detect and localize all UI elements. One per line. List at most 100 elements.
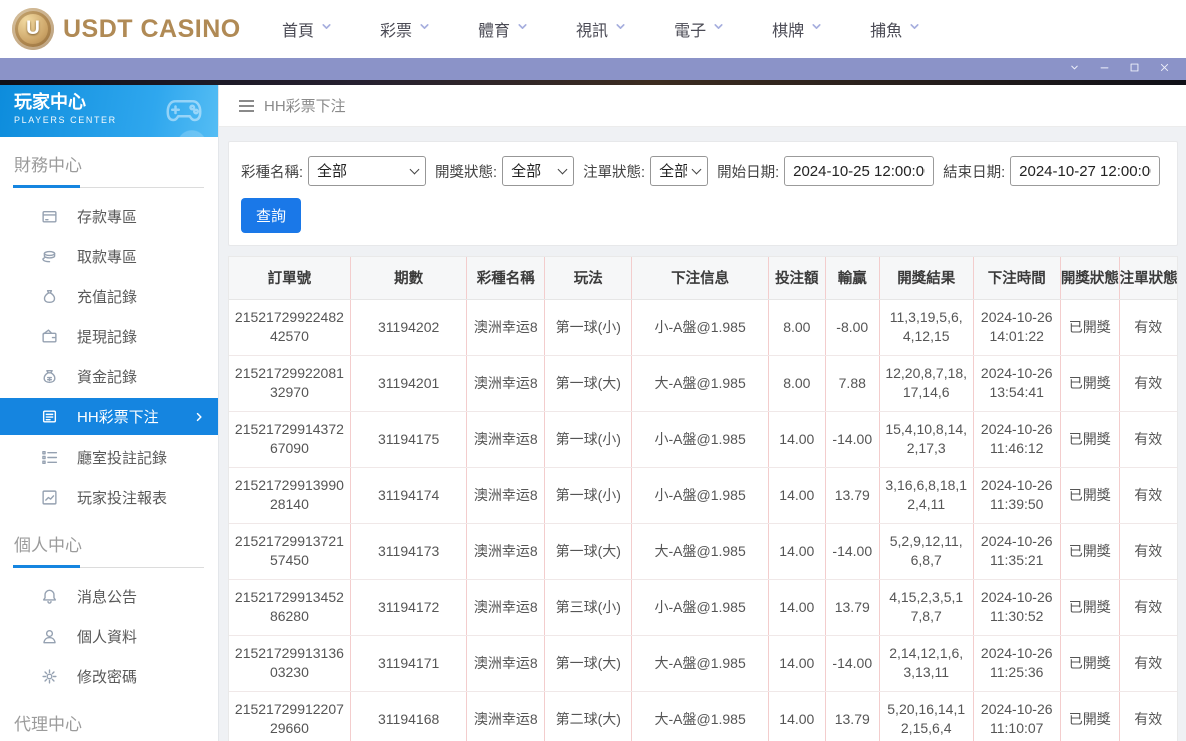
table-cell: 2024-10-26 11:30:52 <box>973 579 1061 636</box>
sidebar-item-label: 提現記錄 <box>77 328 138 346</box>
players-center-header: 玩家中心 PLAYERS CENTER <box>0 85 218 137</box>
table-cell: 2152172992248242570 <box>229 299 351 356</box>
nav-item-live-video[interactable]: 視訊 <box>576 17 627 41</box>
nav-item-label: 電子 <box>674 23 707 40</box>
main-area: HH彩票下注 彩種名稱: 全部 開獎狀態: 全部 注單狀態: 全部 開始日期: … <box>219 85 1186 741</box>
table-cell: 大-A盤@1.985 <box>631 355 769 412</box>
table-row: 2152172991220729660 31194168 澳洲幸运8 第二球(大) 大-… <box>229 691 1177 741</box>
lottery-name-select[interactable]: 全部 <box>309 157 426 185</box>
table-cell: 澳洲幸运8 <box>466 411 546 468</box>
sidebar-item-hh-lottery-bets[interactable]: HH彩票下注 <box>0 398 218 435</box>
table-cell: 31194174 <box>350 467 468 524</box>
sidebar-item-label: 取款專區 <box>77 248 138 266</box>
table-cell: 已開獎 <box>1060 355 1120 412</box>
sidebar-item-withdraw-zone[interactable]: 取款專區 <box>0 236 218 276</box>
lottery-name-label: 彩種名稱: <box>241 164 304 181</box>
table-cell: 有效 <box>1119 355 1177 412</box>
hamburger-icon[interactable] <box>239 99 254 112</box>
table-row: 2152172991372157450 31194173 澳洲幸运8 第一球(大) 大-… <box>229 523 1177 580</box>
table-cell: 已開獎 <box>1060 579 1120 636</box>
draw-status-label: 開獎狀態: <box>435 164 498 181</box>
table-cell: 第二球(大) <box>544 691 633 741</box>
recharge-record-icon <box>41 288 58 305</box>
table-header-cell: 開獎狀態 <box>1060 257 1120 300</box>
table-cell: 澳洲幸运8 <box>466 523 546 580</box>
sidebar-item-profile[interactable]: 個人資料 <box>0 616 218 656</box>
sidebar-item-funds-record[interactable]: 資金記錄 <box>0 356 218 396</box>
nav-item-label: 視訊 <box>576 23 609 40</box>
sidebar: 玩家中心 PLAYERS CENTER 財務中心 存款專區 取款專區 充值記錄 提現記錄… <box>0 85 219 741</box>
query-button[interactable]: 查詢 <box>241 198 302 233</box>
sidebar-item-withdrawal-record[interactable]: 提現記錄 <box>0 316 218 356</box>
filter-row: 彩種名稱: 全部 開獎狀態: 全部 注單狀態: 全部 開始日期: 結束日期: <box>241 156 1165 186</box>
brand-logo[interactable]: U USDT CASINO <box>0 8 252 50</box>
start-date-label: 開始日期: <box>717 164 780 181</box>
sidebar-item-change-password[interactable]: 修改密碼 <box>0 656 218 696</box>
collapse-chevron-button[interactable] <box>1069 60 1080 78</box>
table-cell: 2152172991399028140 <box>229 467 351 524</box>
table-cell: 8.00 <box>768 355 826 412</box>
sidebar-item-recharge-record[interactable]: 充值記錄 <box>0 276 218 316</box>
table-cell: 5,20,16,14,12,15,6,4 <box>879 691 974 741</box>
table-cell: 小-A盤@1.985 <box>631 579 769 636</box>
table-cell: 13.79 <box>825 579 880 636</box>
start-date-input[interactable] <box>784 156 935 186</box>
table-cell: 14.00 <box>768 691 826 741</box>
nav-item-chess-cards[interactable]: 棋牌 <box>772 17 823 41</box>
table-cell: 已開獎 <box>1060 635 1120 692</box>
nav-item-label: 彩票 <box>380 23 413 40</box>
table-header-row: 訂單號 期數 彩種名稱 玩法 下注信息 投注額 輸贏 開獎結果 下注時間 開獎狀態 注單狀態 <box>229 257 1178 300</box>
chevron-right-icon <box>193 411 205 423</box>
table-cell: 31194201 <box>350 355 468 412</box>
table-cell: 14.00 <box>768 635 826 692</box>
table-cell: 有效 <box>1119 523 1177 580</box>
sidebar-item-notices[interactable]: 消息公告 <box>0 576 218 616</box>
table-cell: 小-A盤@1.985 <box>631 299 769 356</box>
gamepad-icon <box>158 90 210 135</box>
nav-item-home[interactable]: 首頁 <box>282 17 333 41</box>
table-header-cell: 訂單號 <box>229 257 351 300</box>
close-button[interactable] <box>1159 60 1170 78</box>
sidebar-item-deposit-zone[interactable]: 存款專區 <box>0 196 218 236</box>
table-cell: 已開獎 <box>1060 411 1120 468</box>
table-cell: 有效 <box>1119 299 1177 356</box>
table-cell: 澳洲幸运8 <box>466 355 546 412</box>
table-header-cell: 注單狀態 <box>1119 257 1178 300</box>
nav-item-label: 首頁 <box>282 23 315 40</box>
table-cell: 2024-10-26 11:39:50 <box>973 467 1061 524</box>
sidebar-item-player-bet-report[interactable]: 玩家投注報表 <box>0 477 218 517</box>
sidebar-item-room-bet-record[interactable]: 廳室投註記錄 <box>0 437 218 477</box>
section-underline <box>13 185 204 188</box>
table-cell: 2152172991220729660 <box>229 691 351 741</box>
table-cell: 2024-10-26 11:10:07 <box>973 691 1061 741</box>
table-cell: 15,4,10,8,14,2,17,3 <box>879 411 974 468</box>
draw-status-select[interactable]: 全部 <box>503 157 574 185</box>
deposit-icon <box>41 208 58 225</box>
funds-record-icon <box>41 368 58 385</box>
sidebar-item-label: 廳室投註記錄 <box>77 449 168 467</box>
table-cell: 有效 <box>1119 635 1177 692</box>
table-header-cell: 開獎結果 <box>879 257 974 300</box>
nav-item-fishing[interactable]: 捕魚 <box>870 17 921 41</box>
nav-item-electronic[interactable]: 電子 <box>674 17 725 41</box>
table-cell: 2152172991372157450 <box>229 523 351 580</box>
minimize-button[interactable] <box>1099 60 1110 78</box>
bets-table: 訂單號 期數 彩種名稱 玩法 下注信息 投注額 輸贏 開獎結果 下注時間 開獎狀態 注單狀態 215… <box>229 257 1178 741</box>
table-header-cell: 下注時間 <box>973 257 1061 300</box>
table-cell: 第三球(小) <box>544 579 633 636</box>
maximize-button[interactable] <box>1129 60 1140 78</box>
sidebar-sections: 財務中心 存款專區 取款專區 充值記錄 提現記錄 資金記錄 HH彩票下注 廳室投註記錄 玩家投注… <box>0 151 218 741</box>
table-cell: 5,2,9,12,11,6,8,7 <box>879 523 974 580</box>
window-titlebar <box>0 58 1186 80</box>
order-status-select[interactable]: 全部 <box>651 157 708 185</box>
notice-icon <box>41 588 58 605</box>
end-date-input[interactable] <box>1010 156 1161 186</box>
table-cell: 有效 <box>1119 579 1177 636</box>
table-cell: 8.00 <box>768 299 826 356</box>
table-cell: 11,3,19,5,6,4,12,15 <box>879 299 974 356</box>
table-cell: 小-A盤@1.985 <box>631 467 769 524</box>
table-cell: 31194175 <box>350 411 468 468</box>
nav-item-sports[interactable]: 體育 <box>478 17 529 41</box>
brand-name: USDT CASINO <box>63 14 241 43</box>
nav-item-lottery[interactable]: 彩票 <box>380 17 431 41</box>
